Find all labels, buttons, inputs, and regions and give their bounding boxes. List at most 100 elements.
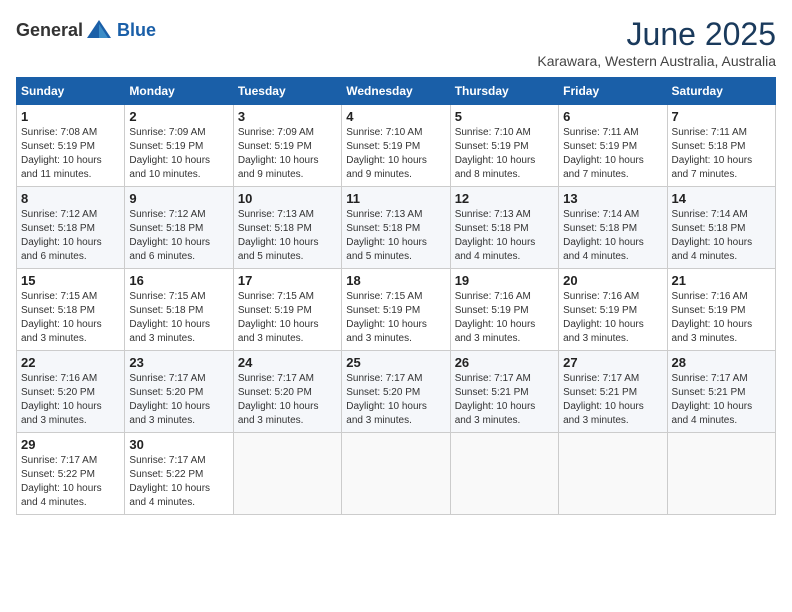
table-row: 13 Sunrise: 7:14 AMSunset: 5:18 PMDaylig… xyxy=(559,187,667,269)
location-subtitle: Karawara, Western Australia, Australia xyxy=(537,53,776,69)
day-info: Sunrise: 7:15 AMSunset: 5:18 PMDaylight:… xyxy=(21,291,102,344)
day-number: 3 xyxy=(238,109,337,124)
table-row: 4 Sunrise: 7:10 AMSunset: 5:19 PMDayligh… xyxy=(342,105,450,187)
table-row xyxy=(450,433,558,515)
day-info: Sunrise: 7:15 AMSunset: 5:19 PMDaylight:… xyxy=(238,291,319,344)
day-number: 25 xyxy=(346,355,445,370)
table-row: 30 Sunrise: 7:17 AMSunset: 5:22 PMDaylig… xyxy=(125,433,233,515)
table-row: 17 Sunrise: 7:15 AMSunset: 5:19 PMDaylig… xyxy=(233,269,341,351)
day-info: Sunrise: 7:17 AMSunset: 5:21 PMDaylight:… xyxy=(455,373,536,426)
calendar-header-monday: Monday xyxy=(125,78,233,105)
day-info: Sunrise: 7:17 AMSunset: 5:22 PMDaylight:… xyxy=(21,455,102,508)
table-row: 26 Sunrise: 7:17 AMSunset: 5:21 PMDaylig… xyxy=(450,351,558,433)
day-number: 12 xyxy=(455,191,554,206)
day-number: 22 xyxy=(21,355,120,370)
logo-text-general: General xyxy=(16,20,83,41)
logo-icon xyxy=(85,16,113,44)
logo: General Blue xyxy=(16,16,156,44)
calendar-table: SundayMondayTuesdayWednesdayThursdayFrid… xyxy=(16,77,776,515)
day-info: Sunrise: 7:17 AMSunset: 5:20 PMDaylight:… xyxy=(129,373,210,426)
table-row: 5 Sunrise: 7:10 AMSunset: 5:19 PMDayligh… xyxy=(450,105,558,187)
day-info: Sunrise: 7:09 AMSunset: 5:19 PMDaylight:… xyxy=(129,127,210,180)
day-info: Sunrise: 7:10 AMSunset: 5:19 PMDaylight:… xyxy=(346,127,427,180)
table-row: 24 Sunrise: 7:17 AMSunset: 5:20 PMDaylig… xyxy=(233,351,341,433)
day-info: Sunrise: 7:16 AMSunset: 5:20 PMDaylight:… xyxy=(21,373,102,426)
day-number: 18 xyxy=(346,273,445,288)
calendar-week-row: 1 Sunrise: 7:08 AMSunset: 5:19 PMDayligh… xyxy=(17,105,776,187)
table-row: 2 Sunrise: 7:09 AMSunset: 5:19 PMDayligh… xyxy=(125,105,233,187)
day-info: Sunrise: 7:13 AMSunset: 5:18 PMDaylight:… xyxy=(238,209,319,262)
table-row: 27 Sunrise: 7:17 AMSunset: 5:21 PMDaylig… xyxy=(559,351,667,433)
table-row: 1 Sunrise: 7:08 AMSunset: 5:19 PMDayligh… xyxy=(17,105,125,187)
calendar-week-row: 22 Sunrise: 7:16 AMSunset: 5:20 PMDaylig… xyxy=(17,351,776,433)
table-row: 6 Sunrise: 7:11 AMSunset: 5:19 PMDayligh… xyxy=(559,105,667,187)
table-row: 3 Sunrise: 7:09 AMSunset: 5:19 PMDayligh… xyxy=(233,105,341,187)
table-row: 10 Sunrise: 7:13 AMSunset: 5:18 PMDaylig… xyxy=(233,187,341,269)
table-row: 11 Sunrise: 7:13 AMSunset: 5:18 PMDaylig… xyxy=(342,187,450,269)
day-info: Sunrise: 7:16 AMSunset: 5:19 PMDaylight:… xyxy=(563,291,644,344)
day-number: 20 xyxy=(563,273,662,288)
calendar-header-wednesday: Wednesday xyxy=(342,78,450,105)
day-number: 27 xyxy=(563,355,662,370)
table-row: 25 Sunrise: 7:17 AMSunset: 5:20 PMDaylig… xyxy=(342,351,450,433)
table-row: 19 Sunrise: 7:16 AMSunset: 5:19 PMDaylig… xyxy=(450,269,558,351)
table-row xyxy=(667,433,775,515)
day-info: Sunrise: 7:09 AMSunset: 5:19 PMDaylight:… xyxy=(238,127,319,180)
day-info: Sunrise: 7:17 AMSunset: 5:22 PMDaylight:… xyxy=(129,455,210,508)
day-number: 26 xyxy=(455,355,554,370)
day-number: 19 xyxy=(455,273,554,288)
day-number: 7 xyxy=(672,109,771,124)
calendar-week-row: 29 Sunrise: 7:17 AMSunset: 5:22 PMDaylig… xyxy=(17,433,776,515)
day-number: 24 xyxy=(238,355,337,370)
day-number: 4 xyxy=(346,109,445,124)
calendar-header-tuesday: Tuesday xyxy=(233,78,341,105)
day-number: 5 xyxy=(455,109,554,124)
day-info: Sunrise: 7:15 AMSunset: 5:18 PMDaylight:… xyxy=(129,291,210,344)
day-number: 2 xyxy=(129,109,228,124)
table-row xyxy=(342,433,450,515)
day-number: 23 xyxy=(129,355,228,370)
calendar-header-thursday: Thursday xyxy=(450,78,558,105)
day-number: 30 xyxy=(129,437,228,452)
table-row: 9 Sunrise: 7:12 AMSunset: 5:18 PMDayligh… xyxy=(125,187,233,269)
table-row: 14 Sunrise: 7:14 AMSunset: 5:18 PMDaylig… xyxy=(667,187,775,269)
title-block: June 2025 Karawara, Western Australia, A… xyxy=(537,16,776,69)
day-info: Sunrise: 7:16 AMSunset: 5:19 PMDaylight:… xyxy=(455,291,536,344)
calendar-week-row: 15 Sunrise: 7:15 AMSunset: 5:18 PMDaylig… xyxy=(17,269,776,351)
day-number: 10 xyxy=(238,191,337,206)
day-number: 21 xyxy=(672,273,771,288)
table-row: 7 Sunrise: 7:11 AMSunset: 5:18 PMDayligh… xyxy=(667,105,775,187)
day-info: Sunrise: 7:17 AMSunset: 5:21 PMDaylight:… xyxy=(563,373,644,426)
page-header: General Blue June 2025 Karawara, Western… xyxy=(16,16,776,69)
day-number: 28 xyxy=(672,355,771,370)
day-info: Sunrise: 7:11 AMSunset: 5:19 PMDaylight:… xyxy=(563,127,644,180)
calendar-week-row: 8 Sunrise: 7:12 AMSunset: 5:18 PMDayligh… xyxy=(17,187,776,269)
day-info: Sunrise: 7:17 AMSunset: 5:20 PMDaylight:… xyxy=(238,373,319,426)
day-number: 14 xyxy=(672,191,771,206)
day-info: Sunrise: 7:13 AMSunset: 5:18 PMDaylight:… xyxy=(346,209,427,262)
table-row: 15 Sunrise: 7:15 AMSunset: 5:18 PMDaylig… xyxy=(17,269,125,351)
day-number: 29 xyxy=(21,437,120,452)
day-number: 8 xyxy=(21,191,120,206)
day-number: 17 xyxy=(238,273,337,288)
table-row: 21 Sunrise: 7:16 AMSunset: 5:19 PMDaylig… xyxy=(667,269,775,351)
day-info: Sunrise: 7:13 AMSunset: 5:18 PMDaylight:… xyxy=(455,209,536,262)
day-info: Sunrise: 7:17 AMSunset: 5:21 PMDaylight:… xyxy=(672,373,753,426)
day-info: Sunrise: 7:10 AMSunset: 5:19 PMDaylight:… xyxy=(455,127,536,180)
day-number: 1 xyxy=(21,109,120,124)
calendar-header-friday: Friday xyxy=(559,78,667,105)
day-info: Sunrise: 7:17 AMSunset: 5:20 PMDaylight:… xyxy=(346,373,427,426)
day-info: Sunrise: 7:16 AMSunset: 5:19 PMDaylight:… xyxy=(672,291,753,344)
table-row: 18 Sunrise: 7:15 AMSunset: 5:19 PMDaylig… xyxy=(342,269,450,351)
table-row: 20 Sunrise: 7:16 AMSunset: 5:19 PMDaylig… xyxy=(559,269,667,351)
calendar-header-row: SundayMondayTuesdayWednesdayThursdayFrid… xyxy=(17,78,776,105)
table-row xyxy=(559,433,667,515)
day-info: Sunrise: 7:11 AMSunset: 5:18 PMDaylight:… xyxy=(672,127,753,180)
day-info: Sunrise: 7:12 AMSunset: 5:18 PMDaylight:… xyxy=(21,209,102,262)
table-row: 12 Sunrise: 7:13 AMSunset: 5:18 PMDaylig… xyxy=(450,187,558,269)
logo-text-blue: Blue xyxy=(117,20,156,41)
table-row: 8 Sunrise: 7:12 AMSunset: 5:18 PMDayligh… xyxy=(17,187,125,269)
table-row: 29 Sunrise: 7:17 AMSunset: 5:22 PMDaylig… xyxy=(17,433,125,515)
day-number: 6 xyxy=(563,109,662,124)
day-info: Sunrise: 7:14 AMSunset: 5:18 PMDaylight:… xyxy=(672,209,753,262)
